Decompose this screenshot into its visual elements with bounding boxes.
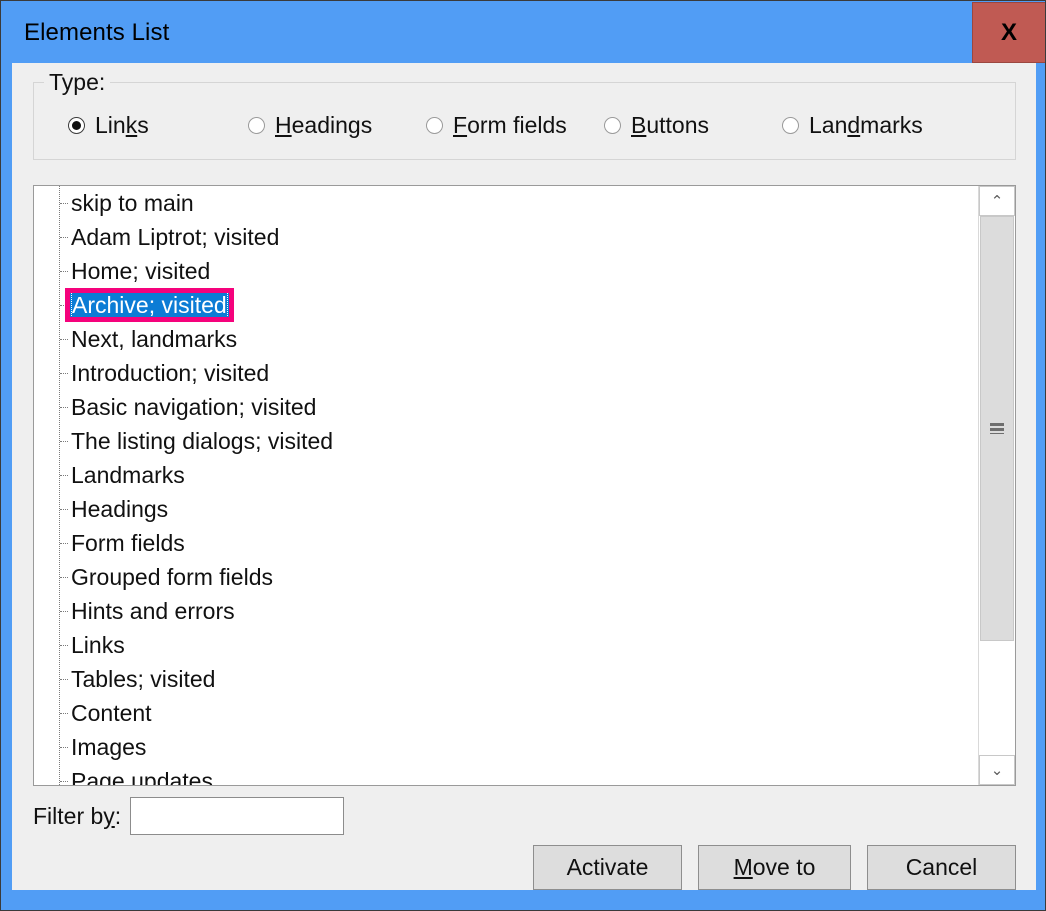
cancel-button[interactable]: Cancel	[867, 845, 1016, 890]
radio-circle-icon	[68, 117, 85, 134]
tree-item[interactable]: Next, landmarks	[34, 322, 978, 356]
tree-item[interactable]: Basic navigation; visited	[34, 390, 978, 424]
radio-dot-icon	[72, 121, 81, 130]
scrollbar-track[interactable]	[979, 216, 1015, 755]
tree-item[interactable]: Form fields	[34, 526, 978, 560]
tree-item-label: Landmarks	[71, 462, 185, 488]
type-groupbox-legend: Type:	[44, 67, 111, 97]
tree-item-label: Next, landmarks	[71, 326, 238, 352]
radio-landmarks[interactable]: Landmarks	[782, 112, 923, 139]
radio-circle-icon	[604, 117, 621, 134]
title-bar: Elements List X	[2, 2, 1045, 63]
radio-label: Headings	[275, 112, 373, 138]
filter-label-text: Filter by:	[33, 802, 122, 829]
close-button[interactable]: X	[972, 2, 1045, 63]
scroll-down-button[interactable]: ⌄	[979, 755, 1015, 785]
tree-item[interactable]: Page updates	[34, 764, 978, 785]
tree-item[interactable]: Images	[34, 730, 978, 764]
radio-label: Buttons	[631, 112, 709, 138]
move-to-button-label: Move to	[733, 854, 816, 880]
activate-button[interactable]: Activate	[533, 845, 682, 890]
tree-item-label: Home; visited	[71, 258, 211, 284]
radio-buttons[interactable]: Buttons	[604, 112, 709, 139]
tree-item-label: Grouped form fields	[71, 564, 273, 590]
tree-item-label: Tables; visited	[71, 666, 216, 692]
tree-item-label: Hints and errors	[71, 598, 235, 624]
radio-dot-icon	[252, 121, 261, 130]
tree-item[interactable]: Grouped form fields	[34, 560, 978, 594]
tree-item-label: Links	[71, 632, 125, 658]
move-to-button[interactable]: Move to	[698, 845, 851, 890]
tree-item[interactable]: Home; visited	[34, 254, 978, 288]
radio-links[interactable]: Links	[68, 112, 149, 139]
filter-label: Filter by:	[33, 803, 121, 830]
scroll-up-button[interactable]: ⌃	[979, 186, 1015, 216]
tree-item-label: Images	[71, 734, 147, 760]
elements-list-dialog: Elements List X Type: Links Headings Form …	[0, 0, 1046, 911]
radio-circle-icon	[782, 117, 799, 134]
chevron-down-icon: ⌄	[990, 761, 1004, 779]
activate-button-label: Activate	[566, 854, 649, 880]
tree-item[interactable]: Introduction; visited	[34, 356, 978, 390]
tree-item[interactable]: skip to main	[34, 186, 978, 220]
window-title: Elements List	[24, 18, 170, 46]
tree-item-label: Page updates	[71, 768, 213, 785]
dialog-client-area: Type: Links Headings Form fields Buttons Lan…	[12, 63, 1036, 890]
tree-item[interactable]: Hints and errors	[34, 594, 978, 628]
radio-circle-icon	[248, 117, 265, 134]
tree-item[interactable]: Links	[34, 628, 978, 662]
cancel-button-label: Cancel	[905, 854, 978, 880]
tree-item-label: Archive; visited	[70, 289, 229, 321]
tree-item[interactable]: Headings	[34, 492, 978, 526]
type-radio-group: Links Headings Form fields Buttons Landmarks	[34, 112, 1015, 152]
dialog-button-bar: Activate Move to Cancel	[533, 845, 1016, 890]
filter-row: Filter by:	[33, 797, 345, 835]
filter-input[interactable]	[130, 797, 345, 835]
tree-item[interactable]: Archive; visited	[34, 288, 978, 322]
tree-item-label: Basic navigation; visited	[71, 394, 317, 420]
tree-item-label: Adam Liptrot; visited	[71, 224, 280, 250]
radio-dot-icon	[786, 121, 795, 130]
radio-dot-icon	[608, 121, 617, 130]
tree-item-label: Form fields	[71, 530, 185, 556]
elements-listbox[interactable]: skip to main Adam Liptrot; visited Home; v…	[33, 185, 1016, 786]
tree-item[interactable]: Adam Liptrot; visited	[34, 220, 978, 254]
radio-label: Form fields	[453, 112, 567, 138]
radio-label: Landmarks	[809, 112, 923, 138]
tree-item[interactable]: The listing dialogs; visited	[34, 424, 978, 458]
close-icon: X	[1000, 18, 1017, 46]
elements-tree[interactable]: skip to main Adam Liptrot; visited Home; v…	[34, 186, 978, 785]
tree-item-label: Introduction; visited	[71, 360, 270, 386]
tree-item-label: Headings	[71, 496, 169, 522]
vertical-scrollbar[interactable]: ⌃ ⌄	[978, 186, 1015, 785]
grip-icon	[990, 423, 1004, 434]
type-groupbox: Type: Links Headings Form fields Buttons Lan…	[33, 67, 1016, 160]
radio-dot-icon	[430, 121, 439, 130]
scrollbar-thumb[interactable]	[980, 216, 1014, 641]
tree-item-label: skip to main	[71, 190, 194, 216]
tree-item[interactable]: Content	[34, 696, 978, 730]
tree-item[interactable]: Tables; visited	[34, 662, 978, 696]
tree-item-label: Content	[71, 700, 152, 726]
tree-item-label: The listing dialogs; visited	[71, 428, 334, 454]
tree-item[interactable]: Landmarks	[34, 458, 978, 492]
radio-circle-icon	[426, 117, 443, 134]
chevron-up-icon: ⌃	[990, 192, 1004, 210]
radio-form-fields[interactable]: Form fields	[426, 112, 567, 139]
radio-headings[interactable]: Headings	[248, 112, 372, 139]
radio-label: Links	[95, 112, 149, 138]
